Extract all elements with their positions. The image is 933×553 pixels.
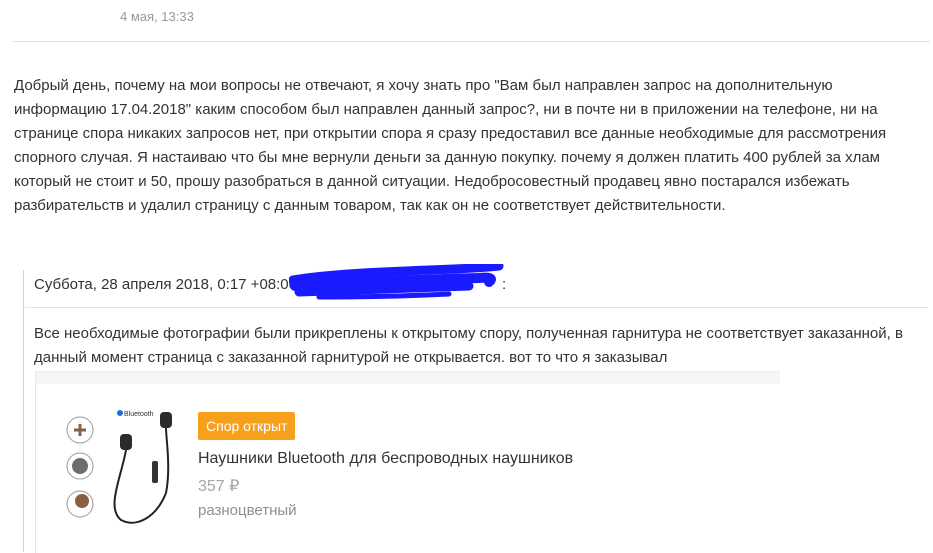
message-body: Добрый день, почему на мои вопросы не от… bbox=[14, 77, 887, 214]
product-image[interactable]: Bluetooth bbox=[66, 408, 181, 526]
message-date: 4 мая, 13:33 bbox=[120, 9, 194, 24]
product-variant: разноцветный bbox=[198, 502, 297, 519]
dispute-status-badge: Спор открыт bbox=[198, 412, 296, 440]
quoted-message: Суббота, 28 апреля 2018, 0:17 +08:00: Вс… bbox=[23, 264, 929, 553]
card-shade bbox=[36, 372, 780, 384]
quote-body: Все необходимые фотографии были прикрепл… bbox=[34, 325, 903, 366]
quote-header-date: Суббота, 28 апреля 2018, 0:17 +08:00 bbox=[34, 276, 297, 293]
redaction-scribble bbox=[289, 264, 504, 300]
product-name[interactable]: Наушники Bluetooth для беспроводных науш… bbox=[198, 450, 573, 468]
divider bbox=[12, 41, 930, 42]
image-brand-text: Bluetooth bbox=[124, 411, 154, 418]
product-price: 357 ₽ bbox=[198, 478, 240, 495]
quote-divider bbox=[25, 307, 928, 308]
product-card[interactable]: Bluetooth Спор открыт Наушники Bluetooth… bbox=[35, 371, 780, 553]
